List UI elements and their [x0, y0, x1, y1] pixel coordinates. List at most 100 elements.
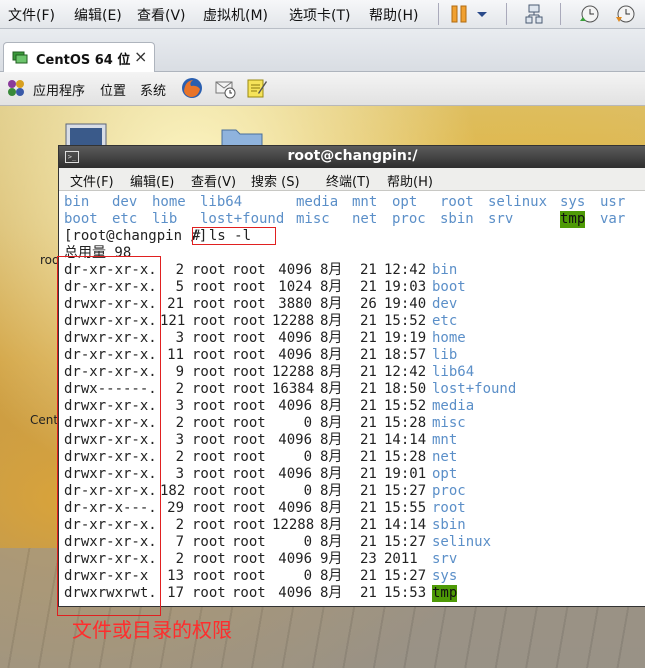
dir-name: boot: [432, 279, 466, 295]
month: 8月: [320, 432, 343, 448]
ls-entry: boot: [64, 211, 98, 227]
term-menu-edit[interactable]: 编辑(E): [130, 171, 174, 190]
menu-view[interactable]: 查看(V): [137, 5, 186, 25]
group: root: [232, 279, 266, 295]
owner: root: [192, 398, 226, 414]
group: root: [232, 449, 266, 465]
month: 8月: [320, 585, 343, 601]
link-count: 11: [167, 347, 184, 363]
link-count: 2: [175, 551, 184, 567]
pause-icon[interactable]: [448, 3, 470, 25]
term-menu-terminal[interactable]: 终端(T): [326, 171, 370, 190]
group: root: [232, 347, 266, 363]
tab-centos[interactable]: CentOS 64 位 ×: [3, 42, 155, 73]
day: 21: [360, 347, 377, 363]
group: root: [232, 313, 266, 329]
month: 8月: [320, 466, 343, 482]
ls-entry: mnt: [352, 194, 378, 210]
time: 15:28: [384, 415, 427, 431]
link-count: 121: [160, 313, 186, 329]
menu-vm[interactable]: 虚拟机(M): [203, 5, 268, 25]
owner: root: [192, 517, 226, 533]
link-count: 3: [175, 466, 184, 482]
menu-help[interactable]: 帮助(H): [369, 5, 418, 25]
network-icon[interactable]: [523, 3, 545, 25]
applications-menu-icon[interactable]: [6, 78, 26, 98]
panel-applications[interactable]: 应用程序: [33, 80, 85, 99]
day: 21: [360, 568, 377, 584]
ls-entry: lib: [152, 211, 178, 227]
dir-name: net: [432, 449, 458, 465]
ls-entry: root: [440, 194, 474, 210]
file-size: 0: [303, 534, 312, 550]
month: 8月: [320, 500, 343, 516]
panel-places[interactable]: 位置: [100, 80, 126, 99]
time: 18:50: [384, 381, 427, 397]
month: 8月: [320, 517, 343, 533]
dir-name: opt: [432, 466, 458, 482]
day: 21: [360, 585, 377, 601]
group: root: [232, 551, 266, 567]
dir-name: lib64: [432, 364, 475, 380]
firefox-icon[interactable]: [181, 77, 203, 99]
menu-edit[interactable]: 编辑(E): [74, 5, 122, 25]
mail-clock-icon[interactable]: [214, 77, 236, 99]
snapshot-icon[interactable]: [578, 3, 600, 25]
toolbar-separator: [438, 3, 439, 25]
file-size: 3880: [278, 296, 312, 312]
owner: root: [192, 381, 226, 397]
owner: root: [192, 466, 226, 482]
ls-entry: proc: [392, 211, 426, 227]
time: 15:55: [384, 500, 427, 516]
close-icon[interactable]: ×: [134, 47, 147, 66]
dir-name: lost+found: [432, 381, 517, 397]
chevron-down-icon[interactable]: [474, 3, 490, 25]
ls-entry: sys: [560, 194, 586, 210]
ls-entry: dev: [112, 194, 138, 210]
time: 15:27: [384, 534, 427, 550]
file-size: 4096: [278, 500, 312, 516]
owner: root: [192, 330, 226, 346]
file-size: 4096: [278, 551, 312, 567]
toolbar-separator: [560, 3, 561, 25]
menu-file[interactable]: 文件(F): [8, 5, 55, 25]
dir-name: srv: [432, 551, 458, 567]
group: root: [232, 296, 266, 312]
owner: root: [192, 296, 226, 312]
group: root: [232, 381, 266, 397]
desktop-label-centos: Cent: [30, 413, 59, 427]
group: root: [232, 483, 266, 499]
term-menu-help[interactable]: 帮助(H): [387, 171, 433, 190]
file-size: 0: [303, 483, 312, 499]
revert-snapshot-icon[interactable]: [614, 3, 636, 25]
ls-entry: net: [352, 211, 378, 227]
ls-entry: srv: [488, 211, 514, 227]
month: 8月: [320, 483, 343, 499]
dir-name: media: [432, 398, 475, 414]
month: 8月: [320, 330, 343, 346]
day: 21: [360, 449, 377, 465]
month: 8月: [320, 313, 343, 329]
panel-system[interactable]: 系统: [140, 80, 166, 99]
link-count: 182: [160, 483, 186, 499]
ls-entry: var: [600, 211, 626, 227]
term-menu-file[interactable]: 文件(F): [70, 171, 114, 190]
owner: root: [192, 279, 226, 295]
tab-label: CentOS 64 位: [36, 53, 131, 68]
text-editor-icon[interactable]: [246, 77, 268, 99]
group: root: [232, 466, 266, 482]
term-menu-view[interactable]: 查看(V): [191, 171, 236, 190]
gnome-top-panel: 应用程序 位置 系统: [0, 72, 645, 106]
link-count: 13: [167, 568, 184, 584]
file-size: 0: [303, 449, 312, 465]
command-highlight-box: [192, 227, 276, 245]
owner: root: [192, 585, 226, 601]
menu-tabs[interactable]: 选项卡(T): [289, 5, 350, 25]
terminal-titlebar[interactable]: >_ root@changpin:/: [59, 146, 645, 168]
month: 8月: [320, 347, 343, 363]
month: 8月: [320, 449, 343, 465]
link-count: 3: [175, 398, 184, 414]
time: 19:40: [384, 296, 427, 312]
term-menu-search[interactable]: 搜索 (S): [251, 171, 300, 190]
link-count: 17: [167, 585, 184, 601]
